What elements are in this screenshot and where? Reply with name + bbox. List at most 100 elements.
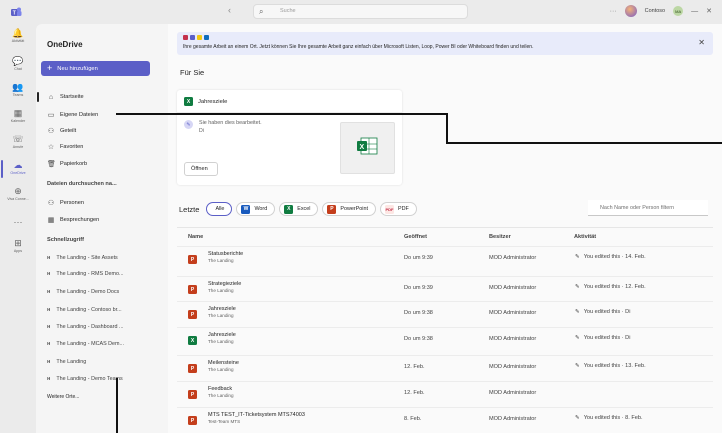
table-row[interactable]: P Jahresziele The Landing Do um 9:38 MOD…: [177, 301, 713, 325]
activity-text: You edited this · 13. Feb.: [583, 363, 646, 369]
quick-access-label: The Landing - Dashboard ...: [56, 324, 124, 330]
card-edit-text: Sie haben dies bearbeitet.: [199, 120, 262, 126]
more-places-link[interactable]: Weitere Orte...: [47, 394, 79, 400]
more-options-button[interactable]: ···: [610, 8, 617, 15]
plus-icon: +: [47, 63, 53, 73]
quick-access-item[interactable]: ʜ The Landing - Demo Docs: [47, 289, 119, 295]
quick-access-item[interactable]: ʜ The Landing: [47, 359, 86, 365]
table-row[interactable]: P MTS TEST_IT-Ticketsystem MTS74003 Test…: [177, 407, 713, 431]
nav-item-shared[interactable]: ⚇ Geteilt: [47, 126, 76, 136]
rail-item-chat[interactable]: 💬 Chat: [0, 56, 36, 71]
filter-all-chip[interactable]: Alle: [206, 202, 233, 216]
pencil-icon: ✎: [575, 309, 580, 315]
rail-label: Kalender: [10, 119, 26, 123]
nav-item-home[interactable]: ⌂ Startseite: [47, 92, 84, 102]
excel-file-icon: X: [188, 336, 197, 345]
quick-access-label: The Landing - Contoso br...: [56, 307, 122, 313]
file-name[interactable]: Jahresziele: [208, 306, 236, 312]
rail-item-onedrive[interactable]: ☁ OneDrive: [0, 160, 36, 178]
filter-search-input[interactable]: Nach Name oder Person filtern: [588, 200, 708, 216]
nav-item-label: Personen: [60, 200, 84, 206]
nav-item-label: Favoriten: [60, 144, 84, 150]
close-window-button[interactable]: ✕: [706, 7, 712, 15]
apps-icon: ⊞: [14, 238, 22, 248]
minimize-button[interactable]: —: [691, 8, 698, 15]
calendar-icon: ▦: [47, 217, 55, 224]
powerpoint-file-icon: P: [188, 416, 197, 425]
quick-access-item[interactable]: ʜ The Landing - MCAS Dem...: [47, 341, 124, 347]
quick-access-item[interactable]: ʜ The Landing - Site Assets: [47, 255, 118, 261]
rail-item-apps[interactable]: ⊞ Apps: [0, 238, 36, 253]
rail-more-apps-button[interactable]: ···: [0, 217, 36, 227]
open-button[interactable]: Öffnen: [184, 162, 218, 176]
pdf-icon: PDF: [385, 204, 394, 214]
rail-item-activity[interactable]: 🔔 Aktivität: [0, 28, 36, 43]
site-icon: ʜ: [47, 307, 51, 313]
column-header-opened[interactable]: Geöffnet: [404, 234, 427, 240]
cloud-icon: ☁: [13, 160, 23, 170]
powerpoint-file-icon: P: [188, 285, 197, 294]
rail-item-teams[interactable]: 👥 Teams: [0, 82, 36, 97]
org-name[interactable]: Contoso: [645, 8, 666, 14]
quick-access-item[interactable]: ʜ The Landing - Contoso br...: [47, 307, 122, 313]
annotation-line: [116, 378, 118, 433]
banner-close-button[interactable]: ✕: [698, 38, 705, 47]
file-opened: 12. Feb.: [404, 390, 425, 396]
file-name[interactable]: Jahresziele: [208, 332, 236, 338]
rail-item-calendar[interactable]: ▦ Kalender: [0, 108, 36, 123]
quick-access-item[interactable]: ʜ The Landing - Dashboard ...: [47, 324, 123, 330]
file-activity: ✎ You edited this · Di: [575, 335, 630, 341]
star-icon: ☆: [47, 144, 55, 151]
quick-access-item[interactable]: ʜ The Landing - RMS Demo...: [47, 271, 123, 277]
banner-text: Ihre gesamte Arbeit an einem Ort. Jetzt …: [183, 44, 534, 50]
table-row[interactable]: P Strategieziele The Landing Do um 9:39 …: [177, 276, 713, 300]
suggested-file-card[interactable]: X Jahresziele ✎ Sie haben dies bearbeite…: [177, 90, 402, 185]
table-row[interactable]: P Statusberichte The Landing Do um 9:39 …: [177, 246, 713, 270]
file-name[interactable]: Meilensteine: [208, 360, 239, 366]
file-name[interactable]: MTS TEST_IT-Ticketsystem MTS74003: [208, 412, 305, 418]
filter-powerpoint-chip[interactable]: P PowerPoint: [322, 202, 376, 216]
search-input[interactable]: ⌕ Suche: [253, 4, 468, 19]
file-name[interactable]: Strategieziele: [208, 281, 241, 287]
column-header-owner[interactable]: Besitzer: [489, 234, 511, 240]
file-location: The Landing: [208, 339, 234, 344]
file-location: The Landing: [208, 367, 234, 372]
nav-item-people[interactable]: ⚇ Personen: [47, 198, 84, 208]
whiteboard-icon: [204, 35, 209, 40]
column-header-name[interactable]: Name: [188, 234, 203, 240]
column-header-activity[interactable]: Aktivität: [574, 234, 596, 240]
filter-word-chip[interactable]: W Word: [236, 202, 276, 216]
filter-pdf-chip[interactable]: PDF PDF: [380, 202, 417, 216]
file-owner: MOD Administrator: [489, 310, 537, 316]
nav-item-meetings[interactable]: ▦ Besprechungen: [47, 215, 100, 225]
add-new-button[interactable]: + Neu hinzufügen: [41, 61, 150, 76]
file-name[interactable]: Feedback: [208, 386, 232, 392]
quick-access-label: The Landing - Site Assets: [56, 255, 118, 261]
file-opened: Do um 9:39: [404, 285, 433, 291]
chip-label: PowerPoint: [340, 206, 368, 212]
rail-item-viva[interactable]: ⊕ Viva Conne...: [0, 186, 36, 201]
file-name[interactable]: Statusberichte: [208, 251, 243, 257]
nav-item-recycle-bin[interactable]: 🗑 Papierkorb: [47, 159, 87, 169]
nav-item-my-files[interactable]: ▭ Eigene Dateien: [47, 110, 99, 120]
rail-label: Apps: [13, 249, 23, 253]
file-opened: 8. Feb.: [404, 416, 422, 422]
nav-item-favorites[interactable]: ☆ Favoriten: [47, 142, 83, 152]
quick-access-item[interactable]: ʜ The Landing - Demo Teams: [47, 376, 123, 382]
filter-excel-chip[interactable]: X Excel: [279, 202, 319, 216]
file-opened: 12. Feb.: [404, 364, 425, 370]
table-row[interactable]: P Meilensteine The Landing 12. Feb. MOD …: [177, 355, 713, 379]
pencil-icon: ✎: [575, 335, 580, 341]
viva-icon: ⊕: [14, 186, 22, 196]
main-content: Ihre gesamte Arbeit an einem Ort. Jetzt …: [168, 24, 722, 433]
svg-text:T: T: [13, 11, 16, 17]
table-row[interactable]: P Feedback The Landing 12. Feb. MOD Admi…: [177, 381, 713, 405]
user-avatar[interactable]: MA: [673, 6, 684, 16]
card-header: X Jahresziele: [184, 97, 227, 106]
table-row[interactable]: X Jahresziele The Landing Do um 9:38 MOD…: [177, 327, 713, 351]
rail-item-calls[interactable]: ☏ Anrufe: [0, 134, 36, 149]
activity-text: You edited this · 12. Feb.: [583, 284, 646, 290]
copilot-icon[interactable]: [624, 5, 637, 17]
banner-app-icons: [183, 35, 209, 40]
quick-access-label: The Landing: [56, 359, 87, 365]
